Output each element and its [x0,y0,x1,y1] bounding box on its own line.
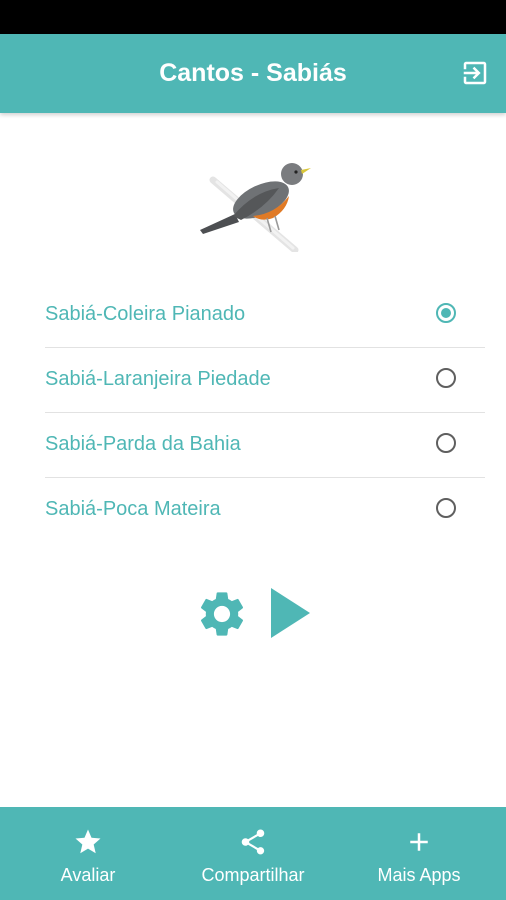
song-option[interactable]: Sabiá-Laranjeira Piedade [45,348,485,413]
star-icon [75,829,101,854]
more-apps-label: Mais Apps [377,865,461,885]
radio-button-selected[interactable] [436,303,456,323]
app-title: Cantos - Sabiás [159,59,347,87]
radio-button[interactable] [436,498,456,518]
share-icon [241,829,265,855]
exit-to-app-icon [463,61,487,85]
song-label: Sabiá-Laranjeira Piedade [45,368,271,390]
app-bar: Cantos - Sabiás [0,34,506,113]
song-option[interactable]: Sabiá-Poca Mateira [45,478,485,542]
share-button[interactable]: Compartilhar [188,807,318,900]
share-label: Compartilhar [201,865,305,885]
song-label: Sabiá-Parda da Bahia [45,433,241,455]
radio-button[interactable] [436,368,456,388]
play-button[interactable] [268,586,312,640]
plus-icon [410,833,428,851]
song-label: Sabiá-Poca Mateira [45,498,221,520]
play-icon [271,588,310,638]
song-label: Sabiá-Coleira Pianado [45,303,246,325]
song-list: Sabiá-Coleira Pianado Sabiá-Laranjeira P… [45,283,485,542]
settings-button[interactable] [195,587,249,641]
bottom-navigation: Avaliar Compartilhar Mais Apps [0,807,506,900]
status-bar [0,0,506,34]
rate-label: Avaliar [60,865,116,885]
song-option[interactable]: Sabiá-Coleira Pianado [45,283,485,348]
exit-button[interactable] [460,58,490,88]
bird-image [200,163,311,252]
song-option[interactable]: Sabiá-Parda da Bahia [45,413,485,478]
radio-button[interactable] [436,433,456,453]
gear-icon [200,592,244,636]
rate-button[interactable]: Avaliar [38,807,138,900]
more-apps-button[interactable]: Mais Apps [364,807,474,900]
